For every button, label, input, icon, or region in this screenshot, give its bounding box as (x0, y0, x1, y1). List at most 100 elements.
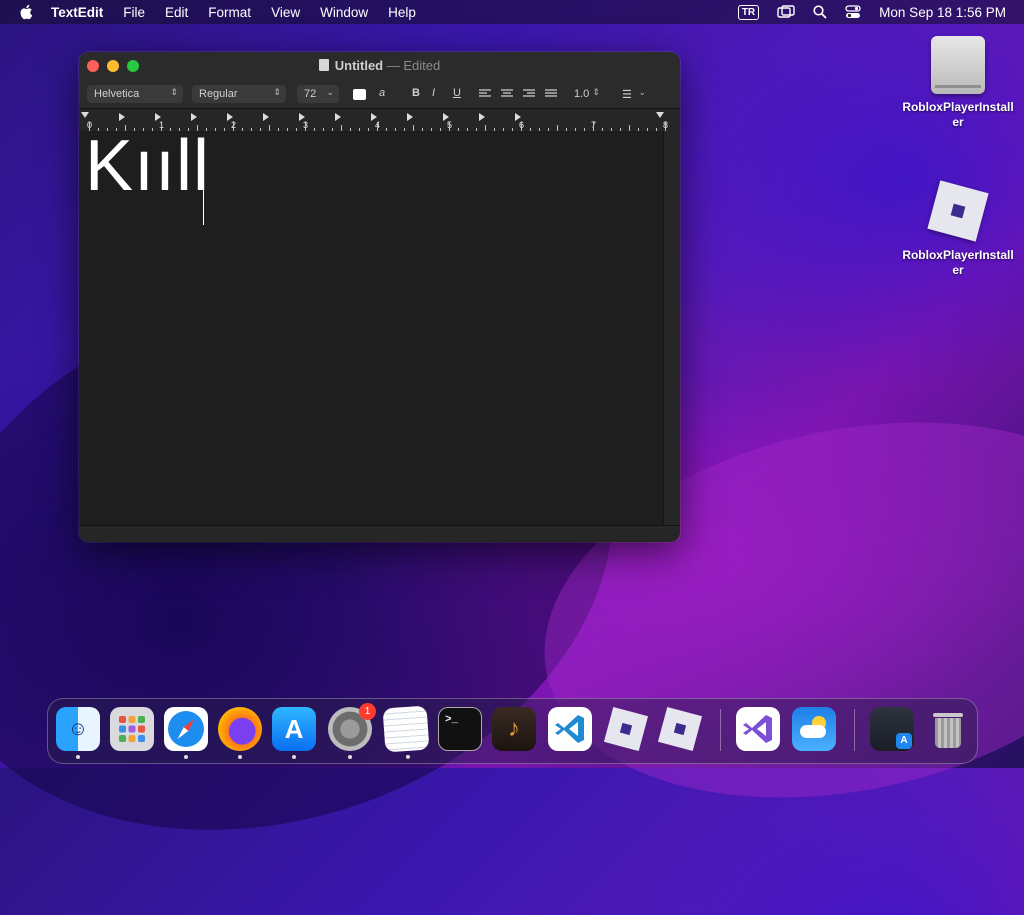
ruler-tick (233, 122, 234, 131)
textedit-window: Untitled — Edited Helvetica ⇕ Regular ⇕ … (79, 52, 680, 542)
menu-help[interactable]: Help (388, 5, 416, 20)
tab-stop-marker[interactable] (299, 113, 305, 121)
window-title: Untitled — Edited (79, 58, 680, 73)
apple-menu-icon[interactable] (17, 3, 37, 21)
ruler-tick (305, 122, 306, 131)
font-family-select[interactable]: Helvetica ⇕ (87, 85, 183, 103)
tab-stop-marker[interactable] (191, 113, 197, 121)
menu-app-name[interactable]: TextEdit (51, 5, 103, 20)
launchpad-icon[interactable] (110, 707, 154, 751)
title-bar[interactable]: Untitled — Edited (79, 52, 680, 80)
horizontal-scrollbar[interactable] (79, 525, 680, 542)
title-separator: — (386, 58, 400, 73)
tab-stop-marker[interactable] (155, 113, 161, 121)
app-store-icon[interactable]: A (272, 707, 316, 759)
document-text: Kııll (85, 126, 211, 206)
font-size-value: 72 (304, 88, 317, 100)
menu-format[interactable]: Format (208, 5, 251, 20)
tab-stop-marker[interactable] (119, 113, 125, 121)
dock-divider (854, 709, 855, 751)
font-style-value: Regular (199, 88, 238, 100)
chevron-updown-icon: ⇕ (170, 87, 178, 97)
downloads-stack-icon[interactable]: A (870, 707, 914, 751)
menu-bar: TextEdit File Edit Format View Window He… (0, 0, 1024, 24)
textedit-icon[interactable] (382, 705, 430, 759)
list-style-select[interactable]: ☰ ⌄ (615, 85, 651, 103)
screen-mirroring-icon[interactable] (777, 5, 795, 19)
text-color-well[interactable] (353, 89, 366, 100)
running-indicator (76, 755, 80, 759)
weather-icon[interactable] (792, 707, 836, 751)
chevron-updown-icon: ⇕ (273, 87, 281, 97)
align-right-icon (523, 89, 535, 97)
document-name[interactable]: Untitled (335, 58, 383, 73)
terminal-icon[interactable]: >_ (438, 707, 482, 751)
font-style-select[interactable]: Regular ⇕ (192, 85, 286, 103)
chevron-updown-icon: ⇕ (592, 87, 600, 97)
align-center-icon (501, 89, 513, 97)
trash-icon[interactable] (926, 707, 970, 751)
spotlight-search-icon[interactable] (813, 5, 827, 19)
visual-studio-icon[interactable] (736, 707, 780, 751)
menu-view[interactable]: View (271, 5, 300, 20)
input-source-indicator[interactable]: TR (737, 4, 760, 20)
tab-stop-marker[interactable] (371, 113, 377, 121)
ruler-tick (377, 122, 378, 131)
edited-status: Edited (403, 58, 441, 73)
tab-stop-marker[interactable] (443, 113, 449, 121)
align-left-icon (479, 89, 491, 97)
running-indicator (184, 755, 188, 759)
tab-stop-marker[interactable] (263, 113, 269, 121)
chevron-down-icon: ⌄ (326, 87, 334, 97)
desktop-icon-label: RobloxPlayerInstaller (902, 248, 1014, 277)
highlight-color-icon[interactable]: a (379, 87, 385, 99)
control-center-icon[interactable] (845, 5, 861, 19)
align-justify-icon (545, 89, 557, 97)
tab-stop-marker[interactable] (335, 113, 341, 121)
menu-clock[interactable]: Mon Sep 18 1:56 PM (879, 5, 1006, 20)
dock: ☺ A 1 >_ ♪ A (47, 698, 978, 764)
vertical-scrollbar[interactable] (663, 131, 680, 526)
right-margin-marker[interactable] (656, 112, 664, 118)
running-indicator (292, 755, 296, 759)
roblox-dock-icon[interactable] (603, 706, 649, 752)
desktop-icon-label: RobloxPlayerInstaller (902, 100, 1014, 129)
line-spacing-value: 1.0 (574, 88, 590, 100)
tab-stop-marker[interactable] (479, 113, 485, 121)
system-settings-icon[interactable]: 1 (328, 703, 376, 759)
garageband-icon[interactable]: ♪ (492, 707, 536, 751)
font-size-combo[interactable]: 72 ⌄ (297, 85, 339, 103)
ruler-tick (449, 122, 450, 131)
tab-stop-marker[interactable] (407, 113, 413, 121)
document-icon (318, 59, 329, 71)
firefox-icon[interactable] (218, 707, 262, 759)
tab-stop-marker[interactable] (515, 113, 521, 121)
list-bullets-icon: ☰ (622, 88, 632, 101)
tab-stop-marker[interactable] (227, 113, 233, 121)
italic-button[interactable]: I (432, 87, 435, 99)
line-spacing-select[interactable]: 1.0 ⇕ (567, 85, 605, 103)
running-indicator (348, 755, 352, 759)
ruler-tick (593, 122, 594, 131)
alignment-control[interactable] (479, 89, 561, 99)
menu-window[interactable]: Window (320, 5, 368, 20)
notification-badge: 1 (359, 703, 376, 720)
left-margin-marker[interactable] (81, 112, 89, 118)
chevron-down-icon: ⌄ (638, 87, 646, 97)
bold-button[interactable]: B (412, 87, 420, 99)
ruler-tick (521, 122, 522, 131)
underline-button[interactable]: U (453, 87, 461, 99)
desktop-icon-disk-image[interactable]: RobloxPlayerInstaller (898, 36, 1018, 130)
vscode-icon[interactable] (548, 707, 592, 751)
menu-edit[interactable]: Edit (165, 5, 188, 20)
document-text-area[interactable]: Kııll (79, 126, 664, 526)
running-indicator (405, 754, 410, 759)
finder-icon[interactable]: ☺ (56, 707, 100, 759)
font-family-value: Helvetica (94, 88, 140, 100)
disk-image-icon (931, 36, 985, 94)
safari-icon[interactable] (164, 707, 208, 759)
menu-file[interactable]: File (123, 5, 145, 20)
desktop-icon-roblox-app[interactable]: RobloxPlayerInstaller (898, 180, 1018, 278)
roblox-studio-dock-icon[interactable] (657, 706, 703, 752)
roblox-icon (927, 180, 989, 242)
